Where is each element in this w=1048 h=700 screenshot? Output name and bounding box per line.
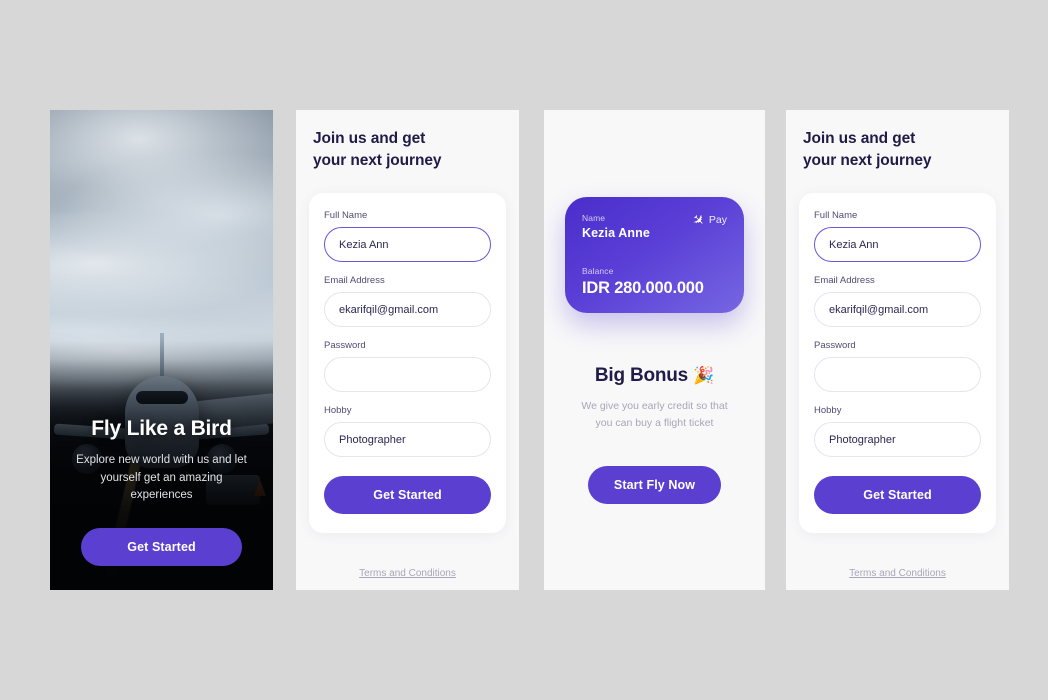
get-started-button[interactable]: Get Started: [81, 528, 242, 566]
field-label-hobby: Hobby: [814, 405, 842, 416]
signup-form-card: Full Name Email Address Password Hobby G…: [309, 193, 506, 533]
hobby-input[interactable]: [814, 422, 981, 457]
bonus-subtitle-line-2: you can buy a flight ticket: [595, 417, 714, 430]
field-password: Password: [324, 340, 491, 392]
onboarding-screen: Fly Like a Bird Explore new world with u…: [50, 110, 273, 590]
terms-row: Terms and Conditions: [296, 563, 519, 581]
page-title-line-2: your next journey: [313, 152, 442, 169]
full-name-input[interactable]: [814, 227, 981, 262]
big-bonus-screen: Name Kezia Anne ✈ Pay Balance IDR 280.00…: [544, 110, 765, 590]
party-popper-icon: 🎉: [693, 366, 715, 385]
signup-screen-a: Join us and get your next journey Full N…: [296, 110, 519, 590]
field-full-name: Full Name: [324, 210, 491, 262]
balance-card-top-row: Name Kezia Anne ✈ Pay: [582, 210, 727, 240]
hero-title: Fly Like a Bird: [91, 417, 232, 441]
bonus-subtitle-line-1: We give you early credit so that: [581, 400, 728, 412]
pay-badge[interactable]: ✈ Pay: [689, 210, 727, 230]
terms-and-conditions-link[interactable]: Terms and Conditions: [849, 568, 946, 579]
get-started-button[interactable]: Get Started: [814, 476, 981, 514]
email-input[interactable]: [814, 292, 981, 327]
balance-block: Balance IDR 280.000.000: [582, 266, 704, 298]
cardholder-block: Name Kezia Anne: [582, 213, 650, 240]
bonus-title-text: Big Bonus: [594, 365, 689, 386]
pay-label: Pay: [708, 214, 727, 226]
field-label-hobby: Hobby: [324, 405, 352, 416]
page-title: Join us and get your next journey: [296, 110, 519, 172]
field-label-email: Email Address: [814, 275, 875, 286]
page-title: Join us and get your next journey: [786, 110, 1009, 172]
field-label-password: Password: [814, 340, 856, 351]
field-hobby: Hobby: [324, 405, 491, 457]
hero-copy-block: Fly Like a Bird Explore new world with u…: [50, 417, 273, 590]
hero-subtitle: Explore new world with us and let yourse…: [76, 454, 247, 501]
page-title-line-2: your next journey: [803, 152, 932, 169]
balance-card[interactable]: Name Kezia Anne ✈ Pay Balance IDR 280.00…: [565, 197, 744, 313]
bonus-subtitle: We give you early credit so that you can…: [565, 398, 744, 433]
field-password: Password: [814, 340, 981, 392]
terms-and-conditions-link[interactable]: Terms and Conditions: [359, 568, 456, 579]
get-started-button[interactable]: Get Started: [324, 476, 491, 514]
signup-screen-b: Join us and get your next journey Full N…: [786, 110, 1009, 590]
airplane-icon: ✈: [689, 210, 709, 230]
terms-row: Terms and Conditions: [786, 563, 1009, 581]
hobby-input[interactable]: [324, 422, 491, 457]
field-email: Email Address: [324, 275, 491, 327]
hero-cta-wrapper: Get Started: [64, 528, 259, 566]
balance-label: Balance: [582, 266, 614, 276]
field-label-full-name: Full Name: [814, 210, 858, 221]
balance-amount: IDR 280.000.000: [582, 279, 704, 297]
full-name-input[interactable]: [324, 227, 491, 262]
bonus-title: Big Bonus 🎉: [565, 365, 744, 387]
page-title-line-1: Join us and get: [313, 130, 426, 147]
email-input[interactable]: [324, 292, 491, 327]
bonus-cta-wrapper: Start Fly Now: [565, 465, 744, 504]
field-full-name: Full Name: [814, 210, 981, 262]
bonus-body: Name Kezia Anne ✈ Pay Balance IDR 280.00…: [544, 197, 765, 504]
password-input[interactable]: [814, 357, 981, 392]
start-fly-now-button[interactable]: Start Fly Now: [588, 465, 721, 504]
field-label-email: Email Address: [324, 275, 385, 286]
cardholder-name-label: Name: [582, 213, 606, 223]
field-hobby: Hobby: [814, 405, 981, 457]
signup-form-card: Full Name Email Address Password Hobby G…: [799, 193, 996, 533]
password-input[interactable]: [324, 357, 491, 392]
page-title-line-1: Join us and get: [803, 130, 916, 147]
field-label-full-name: Full Name: [324, 210, 368, 221]
field-email: Email Address: [814, 275, 981, 327]
artboard-canvas: Fly Like a Bird Explore new world with u…: [0, 0, 1048, 700]
cardholder-name-value: Kezia Anne: [582, 226, 650, 240]
field-label-password: Password: [324, 340, 366, 351]
